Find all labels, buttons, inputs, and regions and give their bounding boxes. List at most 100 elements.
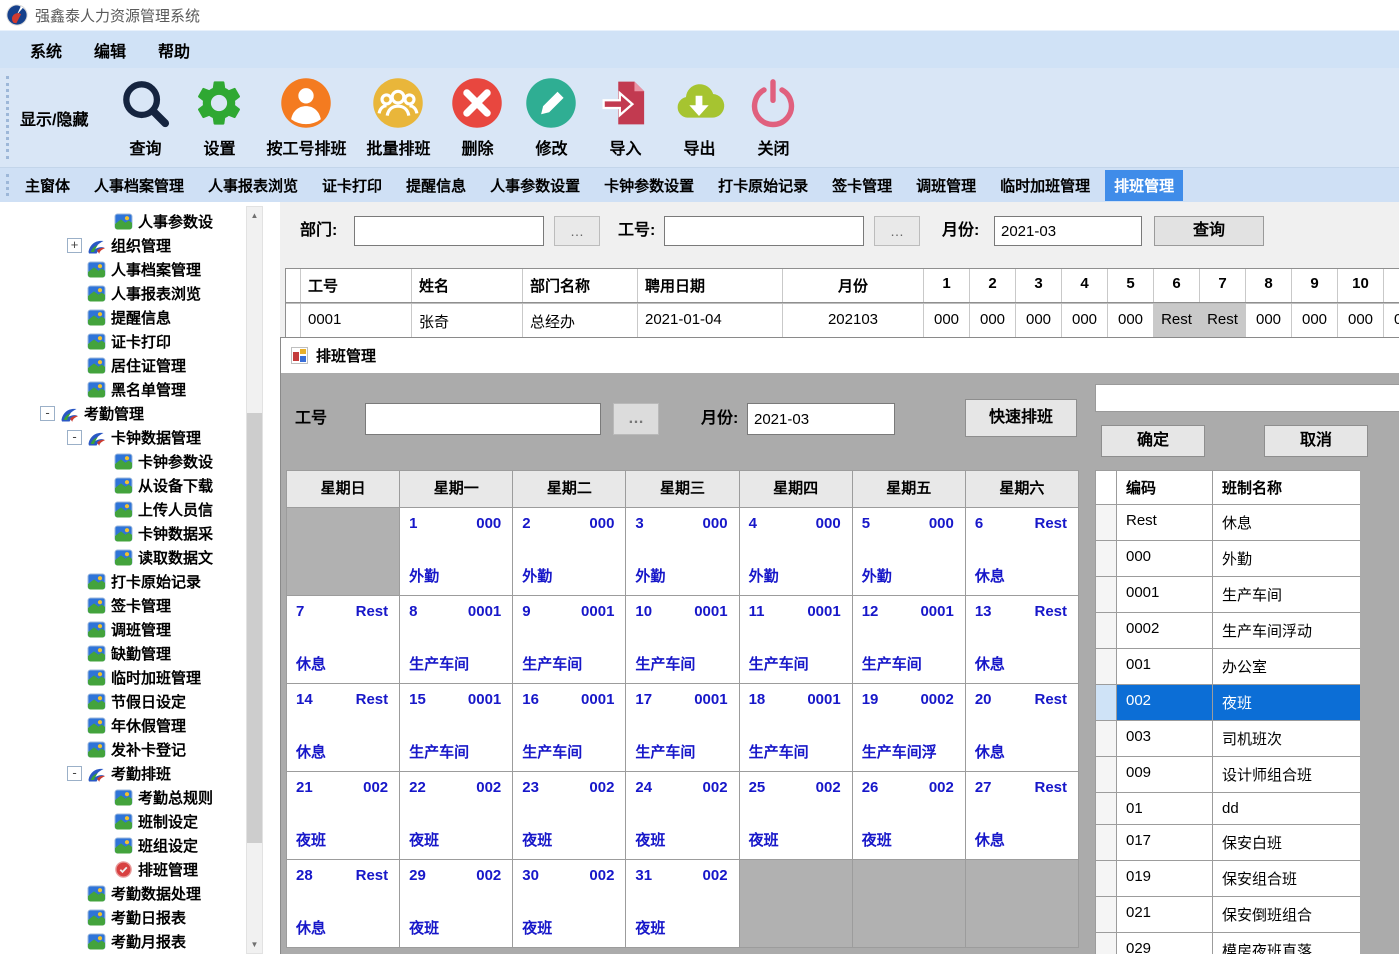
- calendar-day-cell[interactable]: 9 0001 生产车间: [513, 596, 625, 683]
- calendar-day-cell[interactable]: 7 Rest 休息: [287, 596, 399, 683]
- tree-node[interactable]: 考勤日报表: [0, 905, 246, 929]
- calendar-day-cell[interactable]: 24 002 夜班: [626, 772, 738, 859]
- calendar-day-cell[interactable]: 4 000 外勤: [740, 508, 852, 595]
- tree-node[interactable]: 提醒信息: [0, 305, 246, 329]
- tree-expander[interactable]: +: [67, 238, 82, 253]
- shift-list-row[interactable]: 002 夜班: [1096, 685, 1360, 720]
- tree-scrollbar[interactable]: ▲ ▼: [246, 206, 263, 954]
- module-tab[interactable]: 提醒信息: [397, 170, 475, 201]
- calendar-day-cell[interactable]: 30 002 夜班: [513, 860, 625, 947]
- scrollbar-thumb[interactable]: [247, 413, 262, 843]
- calendar-day-cell[interactable]: 13 Rest 休息: [966, 596, 1078, 683]
- batch-schedule-button[interactable]: 批量排班: [356, 76, 440, 159]
- tree-node[interactable]: 卡钟参数设: [0, 449, 246, 473]
- calendar-day-cell[interactable]: 18 0001 生产车间: [740, 684, 852, 771]
- calendar-day-cell[interactable]: [853, 860, 965, 947]
- module-tab[interactable]: 人事档案管理: [85, 170, 193, 201]
- query-button[interactable]: 查询: [108, 76, 182, 159]
- tree-node[interactable]: 班组设定: [0, 833, 246, 857]
- tree-node[interactable]: 考勤月报表: [0, 929, 246, 953]
- settings-button[interactable]: 设置: [182, 76, 256, 159]
- tree-expander[interactable]: -: [67, 766, 82, 781]
- tree-node[interactable]: 证卡打印: [0, 329, 246, 353]
- tree-expander[interactable]: -: [40, 406, 55, 421]
- import-button[interactable]: 导入: [588, 76, 662, 159]
- module-tab[interactable]: 排班管理: [1105, 170, 1183, 201]
- tree-node[interactable]: 人事报表浏览: [0, 281, 246, 305]
- shift-list-row[interactable]: 009 设计师组合班: [1096, 757, 1360, 792]
- empno-browse-button[interactable]: …: [874, 216, 920, 246]
- shift-list-row[interactable]: Rest 休息: [1096, 505, 1360, 540]
- shift-list-row[interactable]: 003 司机班次: [1096, 721, 1360, 756]
- shift-list-row[interactable]: 000 外勤: [1096, 541, 1360, 576]
- tree-node[interactable]: 临时加班管理: [0, 665, 246, 689]
- calendar-day-cell[interactable]: 29 002 夜班: [400, 860, 512, 947]
- shift-list-row[interactable]: 021 保安倒班组合: [1096, 897, 1360, 932]
- module-tab[interactable]: 调班管理: [907, 170, 985, 201]
- tree-node[interactable]: 年休假管理: [0, 713, 246, 737]
- calendar-day-cell[interactable]: 20 Rest 休息: [966, 684, 1078, 771]
- calendar-day-cell[interactable]: 21 002 夜班: [287, 772, 399, 859]
- tree-node[interactable]: 考勤总规则: [0, 785, 246, 809]
- module-tab[interactable]: 人事报表浏览: [199, 170, 307, 201]
- dept-input[interactable]: [354, 216, 544, 246]
- tree-expander[interactable]: -: [67, 430, 82, 445]
- tree-node[interactable]: 卡钟数据采: [0, 521, 246, 545]
- calendar-day-cell[interactable]: 16 0001 生产车间: [513, 684, 625, 771]
- tree-node[interactable]: 排班管理: [0, 857, 246, 881]
- tree-node[interactable]: 节假日设定: [0, 689, 246, 713]
- shift-list-row[interactable]: 029 模房夜班直落...: [1096, 933, 1360, 954]
- quick-schedule-button[interactable]: 快速排班: [965, 399, 1077, 437]
- tree-node[interactable]: 缺勤管理: [0, 641, 246, 665]
- tree-node[interactable]: 黑名单管理: [0, 377, 246, 401]
- module-tab[interactable]: 主窗体: [16, 170, 79, 201]
- dialog-empno-browse-button[interactable]: …: [613, 403, 659, 435]
- export-button[interactable]: 导出: [662, 76, 736, 159]
- shift-list-row[interactable]: 0002 生产车间浮动: [1096, 613, 1360, 648]
- dept-browse-button[interactable]: …: [554, 216, 600, 246]
- cancel-button[interactable]: 取消: [1264, 425, 1368, 457]
- calendar-day-cell[interactable]: 8 0001 生产车间: [400, 596, 512, 683]
- calendar-day-cell[interactable]: [287, 508, 399, 595]
- ok-button[interactable]: 确定: [1101, 425, 1205, 457]
- calendar-day-cell[interactable]: 19 0002 生产车间浮: [853, 684, 965, 771]
- scroll-down-icon[interactable]: ▼: [247, 936, 262, 953]
- module-tab[interactable]: 卡钟参数设置: [595, 170, 703, 201]
- tree-node[interactable]: 居住证管理: [0, 353, 246, 377]
- calendar-day-cell[interactable]: 27 Rest 休息: [966, 772, 1078, 859]
- calendar-day-cell[interactable]: 1 000 外勤: [400, 508, 512, 595]
- tree-node[interactable]: - 考勤排班: [0, 761, 246, 785]
- calendar-day-cell[interactable]: 6 Rest 休息: [966, 508, 1078, 595]
- calendar-day-cell[interactable]: [966, 860, 1078, 947]
- calendar-day-cell[interactable]: 15 0001 生产车间: [400, 684, 512, 771]
- calendar-day-cell[interactable]: 26 002 夜班: [853, 772, 965, 859]
- shift-list-row[interactable]: 017 保安白班: [1096, 825, 1360, 860]
- calendar-day-cell[interactable]: 31 002 夜班: [626, 860, 738, 947]
- tree-node[interactable]: 人事参数设: [0, 209, 246, 233]
- shift-list-row[interactable]: 0001 生产车间: [1096, 577, 1360, 612]
- tree-node[interactable]: 考勤数据处理: [0, 881, 246, 905]
- module-tab[interactable]: 人事参数设置: [481, 170, 589, 201]
- calendar-day-cell[interactable]: 23 002 夜班: [513, 772, 625, 859]
- dialog-month-input[interactable]: [747, 403, 895, 435]
- calendar-day-cell[interactable]: 17 0001 生产车间: [626, 684, 738, 771]
- shift-code-box[interactable]: [1095, 384, 1399, 412]
- edit-button[interactable]: 修改: [514, 76, 588, 159]
- calendar-day-cell[interactable]: 12 0001 生产车间: [853, 596, 965, 683]
- tree-node[interactable]: - 卡钟数据管理: [0, 425, 246, 449]
- calendar-day-cell[interactable]: 22 002 夜班: [400, 772, 512, 859]
- calendar-day-cell[interactable]: [740, 860, 852, 947]
- module-tab[interactable]: 临时加班管理: [991, 170, 1099, 201]
- tree-node[interactable]: 上传人员信: [0, 497, 246, 521]
- table-row[interactable]: 0001张奇总经办2021-01-04202103000000000000000…: [286, 304, 1399, 339]
- scroll-up-icon[interactable]: ▲: [247, 207, 262, 224]
- dialog-empno-input[interactable]: [365, 403, 601, 435]
- tree-node[interactable]: - 考勤管理: [0, 401, 246, 425]
- tree-node[interactable]: 调班管理: [0, 617, 246, 641]
- module-tab[interactable]: 签卡管理: [823, 170, 901, 201]
- tree-node[interactable]: 签卡管理: [0, 593, 246, 617]
- calendar-day-cell[interactable]: 10 0001 生产车间: [626, 596, 738, 683]
- search-button[interactable]: 查询: [1154, 216, 1264, 246]
- calendar-day-cell[interactable]: 2 000 外勤: [513, 508, 625, 595]
- tree-node[interactable]: + 组织管理: [0, 233, 246, 257]
